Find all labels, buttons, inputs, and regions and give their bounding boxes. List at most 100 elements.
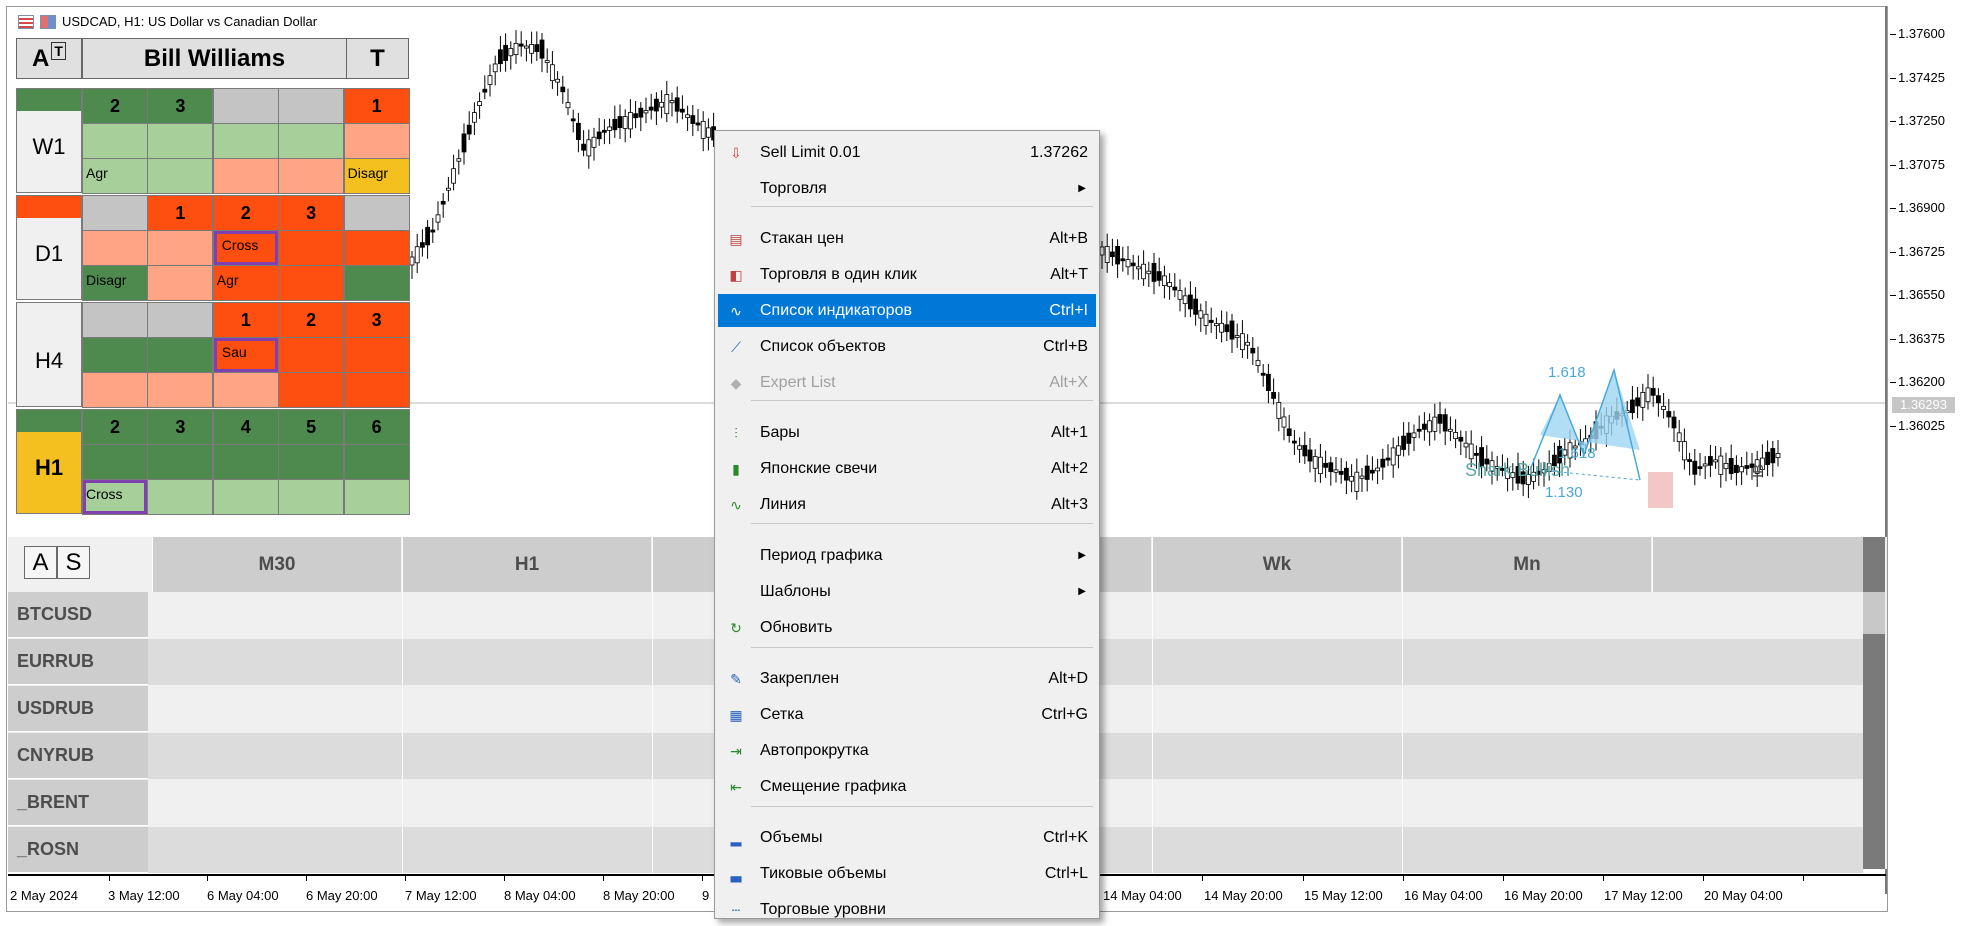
- candle: [1136, 255, 1141, 280]
- menu-item[interactable]: ∿ Линия Alt+3: [718, 488, 1096, 521]
- menu-item[interactable]: ✎ Закреплен Alt+D: [718, 662, 1096, 695]
- menu-item[interactable]: ⇥ Автопрокрутка: [718, 734, 1096, 767]
- price-value: 1.36900: [1898, 200, 1945, 215]
- symbol-name[interactable]: EURRUB: [8, 639, 148, 685]
- menu-item[interactable]: ⟋ Список объектов Ctrl+B: [718, 330, 1096, 363]
- signal-cell: [343, 479, 410, 515]
- menu-item[interactable]: ▂ Объемы Ctrl+K: [718, 821, 1096, 854]
- column-header-m30[interactable]: M30: [152, 537, 401, 592]
- timeframe-text: H4: [34, 347, 64, 373]
- candle: [1630, 386, 1635, 420]
- grid-icon: ▦: [729, 706, 743, 723]
- menu-item[interactable]: ⫶ Бары Alt+1: [718, 416, 1096, 449]
- timeframe-label-w1[interactable]: W1: [16, 88, 82, 193]
- menu-item[interactable]: Шаблоны ▶: [718, 575, 1096, 608]
- symbol-name[interactable]: _ROSN: [8, 827, 148, 873]
- timeframe-label-h1[interactable]: H1: [16, 409, 82, 514]
- candle: [1281, 407, 1287, 441]
- menu-item[interactable]: ↻ Обновить: [718, 611, 1096, 644]
- column-header-wk[interactable]: Wk: [1152, 537, 1401, 592]
- candle: [1307, 438, 1313, 473]
- candle: [1354, 458, 1360, 500]
- menu-item[interactable]: ▃ Тиковые объемы Ctrl+L: [718, 857, 1096, 890]
- candle: [451, 154, 457, 191]
- column-divider: [652, 827, 653, 873]
- menu-item[interactable]: ⇤ Смещение графика: [718, 770, 1096, 803]
- s-button[interactable]: S: [57, 546, 90, 579]
- candle: [1708, 444, 1713, 478]
- bars-icon: ⫶: [734, 424, 738, 441]
- candle: [1645, 374, 1651, 410]
- pin-icon: ✎: [730, 670, 742, 687]
- table-scrollbar[interactable]: [1863, 537, 1885, 869]
- signal-cell: [278, 479, 345, 515]
- menu-item[interactable]: ▦ Сетка Ctrl+G: [718, 698, 1096, 731]
- candle: [581, 130, 586, 157]
- price-tick: [1890, 77, 1896, 79]
- candle: [669, 92, 675, 117]
- candle: [482, 75, 488, 100]
- price-tick: [1890, 382, 1896, 383]
- signal-cell: 6: [343, 409, 410, 445]
- trend-strip: [17, 196, 81, 218]
- time-tick: [1303, 876, 1304, 881]
- candle: [1333, 457, 1339, 483]
- menu-item-shortcut: Alt+3: [1051, 495, 1088, 513]
- symbol-name[interactable]: BTCUSD: [8, 592, 148, 638]
- candle: [1219, 310, 1224, 343]
- menu-separator: [751, 806, 1093, 807]
- candle: [1427, 413, 1432, 446]
- panel-title[interactable]: Bill Williams: [82, 38, 347, 79]
- candle: [1385, 444, 1391, 467]
- menu-item[interactable]: ▤ Стакан цен Alt+B: [718, 222, 1096, 255]
- column-header-mn[interactable]: Mn: [1402, 537, 1651, 592]
- menu-item[interactable]: ◧ Торговля в один клик Alt+T: [718, 258, 1096, 291]
- a-toggle-button[interactable]: AT: [16, 38, 82, 79]
- price-tick: [1890, 251, 1896, 253]
- timeframe-label-h4[interactable]: H4: [16, 302, 82, 407]
- menu-item[interactable]: Период графика ▶: [718, 539, 1096, 572]
- submenu-arrow-icon: ▶: [1078, 586, 1086, 597]
- menu-item[interactable]: ∿ Список индикаторов Ctrl+I: [718, 294, 1096, 327]
- menu-item[interactable]: ▮ Японские свечи Alt+2: [718, 452, 1096, 485]
- a-button-sup: T: [51, 42, 66, 60]
- menu-item-label: Закреплен: [760, 669, 840, 687]
- column-divider: [1402, 639, 1403, 685]
- candle: [1240, 320, 1245, 358]
- candle: [1370, 456, 1375, 481]
- signal-cell: 2: [278, 302, 345, 338]
- column-header-h1[interactable]: H1: [402, 537, 651, 592]
- menu-item-label: Японские свечи: [760, 459, 878, 477]
- t-toggle-button[interactable]: T: [346, 38, 409, 79]
- column-divider: [652, 592, 653, 638]
- menu-item[interactable]: ⇩ Sell Limit 0.01 1.37262: [718, 136, 1096, 169]
- candle: [612, 105, 618, 138]
- autoscroll-icon: ⇥: [730, 742, 742, 759]
- symbol-name[interactable]: CNYRUB: [8, 733, 148, 779]
- menu-item[interactable]: Торговля ▶: [718, 172, 1096, 205]
- a-button[interactable]: A: [24, 546, 57, 579]
- price-value: 1.36550: [1898, 287, 1945, 302]
- candlesticks-icon: ▮: [732, 460, 740, 477]
- candle: [685, 105, 690, 131]
- shark-pattern[interactable]: 1.6181.6181.130Shark Bullish IB: [1465, 364, 1767, 508]
- time-label: 14 May 04:00: [1103, 888, 1182, 903]
- menu-item-label: Список объектов: [760, 337, 886, 355]
- signal-cell: 2: [82, 88, 148, 124]
- timeframe-label-d1[interactable]: D1: [16, 195, 82, 300]
- candle: [471, 102, 477, 135]
- menu-separator: [751, 206, 1093, 207]
- symbol-name[interactable]: USDRUB: [8, 686, 148, 732]
- menu-item[interactable]: ┄ Торговые уровни: [718, 893, 1096, 926]
- menu-item-label: Список индикаторов: [760, 301, 912, 319]
- symbol-name[interactable]: _BRENT: [8, 780, 148, 826]
- signal-cell: [147, 302, 214, 338]
- menu-item-label: Бары: [760, 423, 800, 441]
- candle: [633, 101, 638, 129]
- signal-cell: [82, 195, 148, 231]
- price-tick-label: 1.36025: [1890, 418, 1945, 433]
- candle: [1271, 378, 1276, 405]
- scrollbar-thumb[interactable]: [1863, 592, 1885, 634]
- price-tick-label: 1.36375: [1890, 331, 1945, 346]
- candle: [1437, 401, 1443, 434]
